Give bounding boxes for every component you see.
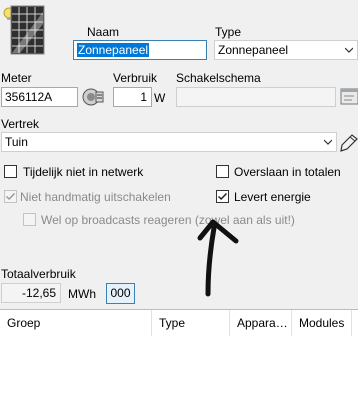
broadcast-checkbox[interactable] <box>23 213 36 226</box>
column-groep[interactable]: Groep <box>0 310 152 336</box>
check-icon <box>5 192 16 201</box>
levert-label: Levert energie <box>234 190 311 204</box>
naam-input[interactable]: Zonnepaneel <box>73 40 207 60</box>
vertrek-combobox[interactable]: Tuin <box>1 132 337 152</box>
naam-value: Zonnepaneel <box>77 43 150 57</box>
edit-icon[interactable] <box>340 129 358 153</box>
type-value: Zonnepaneel <box>218 43 289 57</box>
totaalverbruik-label: Totaalverbruik <box>1 267 76 281</box>
vertrek-value: Tuin <box>5 135 28 149</box>
diagram-icon[interactable] <box>340 86 358 108</box>
levert-checkbox[interactable] <box>216 190 229 203</box>
broadcast-label: Wel op broadcasts reageren (zowel aan al… <box>41 213 295 227</box>
totaal-button[interactable]: 000 <box>106 283 135 304</box>
verbruik-input[interactable]: 1 <box>113 87 152 107</box>
totaal-unit: MWh <box>68 287 96 301</box>
meter-input[interactable]: 356112A <box>1 87 78 107</box>
naam-label: Naam <box>87 25 120 39</box>
verbruik-value: 1 <box>140 90 147 104</box>
totaal-button-label: 000 <box>110 286 131 300</box>
chevron-down-icon <box>324 139 332 145</box>
niet-handmatig-checkbox[interactable] <box>4 190 17 203</box>
tijdelijk-label: Tijdelijk niet in netwerk <box>23 165 144 179</box>
niet-handmatig-label: Niet handmatig uitschakelen <box>20 190 171 204</box>
type-label: Type <box>215 25 242 39</box>
totaal-input: -12,65 <box>1 283 61 303</box>
chevron-down-icon <box>345 47 353 53</box>
meter-value: 356112A <box>5 90 53 104</box>
column-type[interactable]: Type <box>152 310 230 336</box>
solar-panel-icon <box>2 4 46 58</box>
tijdelijk-checkbox[interactable] <box>4 165 17 178</box>
totaal-value: -12,65 <box>21 286 56 300</box>
meter-label: Meter <box>1 71 32 85</box>
check-icon <box>217 192 228 201</box>
meter-icon[interactable] <box>82 86 104 108</box>
vertrek-label: Vertrek <box>1 117 40 131</box>
type-combobox[interactable]: Zonnepaneel <box>214 40 358 60</box>
overslaan-label: Overslaan in totalen <box>234 165 341 179</box>
column-apparaten[interactable]: Appara… <box>230 310 292 336</box>
verbruik-label: Verbruik <box>113 71 158 85</box>
verbruik-unit: W <box>154 91 166 105</box>
groups-table[interactable]: Groep Type Appara… Modules <box>0 309 358 402</box>
overslaan-checkbox[interactable] <box>216 165 229 178</box>
arrow-annotation-icon <box>197 219 239 297</box>
schakelschema-label: Schakelschema <box>176 71 261 85</box>
column-modules[interactable]: Modules <box>292 310 352 336</box>
schakelschema-input[interactable] <box>176 87 336 107</box>
